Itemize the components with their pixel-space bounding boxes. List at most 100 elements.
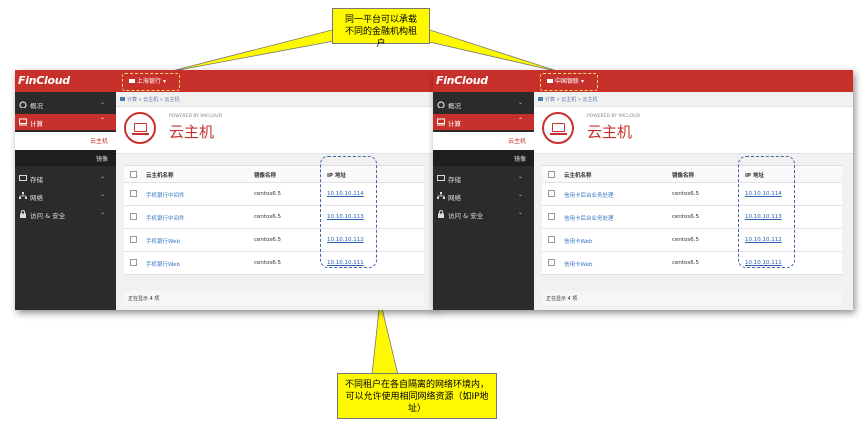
sidebar-label: 存储 [30, 176, 43, 184]
instances-table: 云主机名称 镜像名称 IP 地址 手机银行中间件 centos6.5 10.10… [124, 165, 424, 275]
submenu-item-instances[interactable]: 云主机 [90, 136, 108, 145]
chevron-down-icon: ⌄ [99, 173, 105, 180]
breadcrumb: 计算 » 云主机 » 云主机 [538, 96, 597, 103]
top-callout-pointer-right [410, 29, 561, 73]
powered-by: POWERED BY 99CLOUD [169, 114, 222, 119]
sidebar-item-access-security[interactable]: 访问 & 安全 ⌄ [433, 206, 534, 222]
submenu-item-instances[interactable]: 云主机 [508, 136, 526, 145]
column-header-name[interactable]: 云主机名称 [146, 171, 174, 179]
table-row: 手机银行Web centos6.5 10.10.10.111 [124, 252, 424, 275]
sidebar-label: 访问 & 安全 [448, 212, 484, 220]
row-checkbox[interactable] [130, 259, 137, 266]
chevron-up-icon: ⌃ [99, 117, 105, 124]
breadcrumb: 计算 » 云主机 » 云主机 [120, 96, 179, 103]
chevron-down-icon: ⌄ [517, 99, 523, 106]
panel-right: FinCloud 中国银联 ▾ 概况 ⌄ 计算 ⌃ 云主机 镜像 存储 ⌄ 网络 ⌄ 访 [433, 70, 853, 310]
instance-name-link[interactable]: 手机银行中间件 [146, 214, 185, 222]
item-count: 正在显示 4 项 [546, 296, 578, 302]
row-checkbox[interactable] [130, 213, 137, 220]
column-header-name[interactable]: 云主机名称 [564, 171, 592, 179]
sidebar-item-compute[interactable]: 计算 ⌃ [433, 114, 534, 130]
image-name: centos6.5 [672, 214, 700, 220]
table-row: 信用卡后台业务处理 centos6.5 10.10.10.114 [542, 183, 842, 206]
tenant-selector[interactable]: 中国银联 ▾ [540, 73, 598, 91]
instance-name-link[interactable]: 手机银行Web [146, 260, 180, 268]
row-checkbox[interactable] [548, 190, 555, 197]
bottom-callout-pointer [371, 299, 399, 376]
tenant-name: 上海银行 [136, 78, 161, 85]
sidebar-item-compute[interactable]: 计算 ⌃ [15, 114, 116, 130]
sidebar-item-network[interactable]: 网络 ⌄ [433, 188, 534, 204]
tenant-icon [547, 79, 553, 83]
server-icon [124, 112, 156, 144]
page-title: 云主机 [587, 123, 633, 141]
chevron-down-icon: ⌄ [517, 191, 523, 198]
table-row: 手机银行中间件 centos6.5 10.10.10.114 [124, 183, 424, 206]
callout-bottom: 不同租户在各自隔离的网络环境内，可以允许使用相同网络资源（如IP地址） [337, 373, 497, 419]
ip-highlight-box [320, 156, 377, 268]
table-row: 信用卡后台业务处理 centos6.5 10.10.10.113 [542, 206, 842, 229]
sidebar-item-storage[interactable]: 存储 ⌄ [15, 170, 116, 186]
column-header-image[interactable]: 镜像名称 [254, 171, 276, 179]
compute-submenu: 云主机 镜像 [433, 132, 534, 166]
table-header: 云主机名称 镜像名称 IP 地址 [542, 165, 842, 183]
row-checkbox[interactable] [548, 259, 555, 266]
sidebar-label: 网络 [448, 194, 461, 202]
breadcrumb-text[interactable]: 计算 » 云主机 » 云主机 [545, 97, 597, 103]
tenant-icon [129, 79, 135, 83]
home-icon[interactable] [120, 97, 125, 101]
submenu-label: 镜像 [513, 156, 526, 163]
submenu-label: 镜像 [95, 156, 108, 163]
table-footer: 正在显示 4 项 [124, 291, 424, 306]
top-bar: FinCloud 中国银联 ▾ [433, 70, 853, 92]
image-name: centos6.5 [254, 260, 282, 266]
sidebar-item-network[interactable]: 网络 ⌄ [15, 188, 116, 204]
sidebar-item-access-security[interactable]: 访问 & 安全 ⌄ [15, 206, 116, 222]
sidebar-label: 网络 [30, 194, 43, 202]
caret-down-icon: ▾ [580, 78, 584, 85]
app-logo: FinCloud [436, 74, 488, 87]
chevron-down-icon: ⌄ [99, 99, 105, 106]
image-name: centos6.5 [672, 260, 700, 266]
page-title: 云主机 [169, 123, 215, 141]
select-all-checkbox[interactable] [548, 171, 555, 178]
image-name: centos6.5 [254, 191, 282, 197]
sidebar-label: 存储 [448, 176, 461, 184]
item-count: 正在显示 4 项 [128, 296, 160, 302]
instance-name-link[interactable]: 信用卡Web [564, 260, 593, 268]
instance-name-link[interactable]: 信用卡后台业务处理 [564, 191, 614, 199]
callout-top: 同一平台可以承载不同的金融机构租户 [332, 8, 430, 49]
row-checkbox[interactable] [548, 236, 555, 243]
sidebar: 概况 ⌄ 计算 ⌃ 云主机 镜像 存储 ⌄ 网络 ⌄ 访问 & 安全 ⌄ [433, 92, 534, 310]
network-icon [437, 192, 445, 200]
home-icon[interactable] [538, 97, 543, 101]
image-name: centos6.5 [254, 214, 282, 220]
chevron-down-icon: ⌄ [517, 173, 523, 180]
image-name: centos6.5 [672, 191, 700, 197]
submenu-item-images[interactable]: 镜像 [15, 150, 116, 166]
row-checkbox[interactable] [130, 236, 137, 243]
tenant-selector[interactable]: 上海银行 ▾ [122, 73, 180, 91]
server-icon [542, 112, 574, 144]
instance-name-link[interactable]: 信用卡Web [564, 237, 593, 245]
select-all-checkbox[interactable] [130, 171, 137, 178]
chevron-up-icon: ⌃ [517, 117, 523, 124]
sidebar-item-storage[interactable]: 存储 ⌄ [433, 170, 534, 186]
instances-table: 云主机名称 镜像名称 IP 地址 信用卡后台业务处理 centos6.5 10.… [542, 165, 842, 275]
instance-name-link[interactable]: 信用卡后台业务处理 [564, 214, 614, 222]
app-logo: FinCloud [18, 74, 70, 87]
instance-name-link[interactable]: 手机银行中间件 [146, 191, 185, 199]
submenu-item-images[interactable]: 镜像 [433, 150, 534, 166]
callout-top-text: 同一平台可以承载不同的金融机构租户 [344, 15, 417, 49]
column-header-image[interactable]: 镜像名称 [672, 171, 694, 179]
sidebar-label: 概况 [448, 102, 461, 110]
row-checkbox[interactable] [130, 190, 137, 197]
breadcrumb-text[interactable]: 计算 » 云主机 » 云主机 [127, 97, 179, 103]
instance-name-link[interactable]: 手机银行Web [146, 237, 180, 245]
sidebar-item-overview[interactable]: 概况 ⌄ [433, 96, 534, 112]
sidebar-item-overview[interactable]: 概况 ⌄ [15, 96, 116, 112]
lock-icon [19, 210, 27, 218]
row-checkbox[interactable] [548, 213, 555, 220]
sidebar-label: 计算 [30, 120, 43, 128]
page-header: POWERED BY 99CLOUD 云主机 [534, 106, 853, 154]
